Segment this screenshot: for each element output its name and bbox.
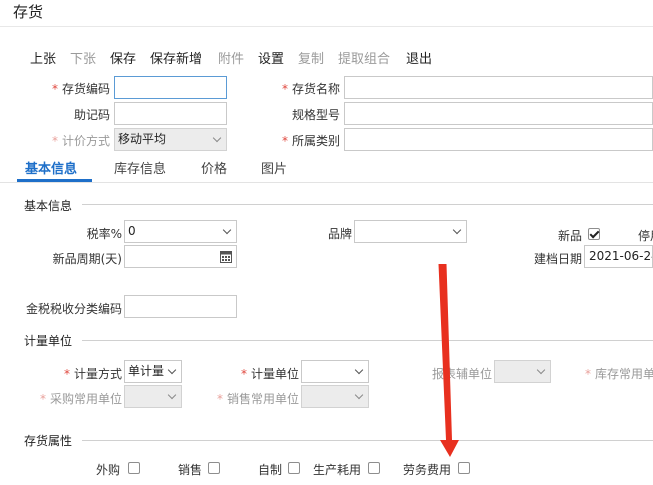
toolbar-save-new-button[interactable]: 保存新增 <box>150 48 202 67</box>
tax-classification-code-label: 金税税收分类编码 <box>25 302 122 316</box>
toolbar-copy-button[interactable]: 复制 <box>298 48 324 67</box>
new-cycle-input[interactable] <box>124 245 237 268</box>
report-unit-select[interactable] <box>494 360 551 383</box>
chevron-down-icon <box>354 390 364 400</box>
new-product-label: 新品 <box>557 229 582 243</box>
attr-sales-label: 销售 <box>178 463 203 477</box>
window-title: 存货 <box>13 3 44 21</box>
section-divider <box>82 204 653 205</box>
measure-unit-label: 计量单位 <box>205 365 299 382</box>
attr-purchased-label: 外购 <box>96 463 121 477</box>
measure-unit-select[interactable] <box>301 360 369 383</box>
section-divider <box>82 440 653 441</box>
inventory-name-input[interactable] <box>344 76 653 99</box>
mnemonic-input[interactable] <box>114 102 227 125</box>
attr-self-made-label: 自制 <box>258 463 283 477</box>
attr-sales-checkbox[interactable] <box>208 462 220 474</box>
toolbar-extract-combo-button[interactable]: 提取组合 <box>338 48 390 67</box>
toolbar-prev-button[interactable]: 上张 <box>30 48 56 67</box>
toolbar-settings-button[interactable]: 设置 <box>258 48 284 67</box>
attr-labor-cost-checkbox[interactable] <box>458 462 470 474</box>
pricing-method-select[interactable]: 移动平均 <box>114 128 227 151</box>
tab-stock-info[interactable]: 库存信息 <box>114 158 166 177</box>
toolbar-save-button[interactable]: 保存 <box>110 48 136 67</box>
report-unit-label: 报表辅单位 <box>431 367 492 381</box>
title-divider <box>0 26 653 27</box>
attr-self-made-checkbox[interactable] <box>288 462 300 474</box>
new-cycle-label: 新品周期(天) <box>52 252 122 266</box>
pricing-method-label: 计价方式 <box>20 132 110 149</box>
category-input[interactable] <box>344 128 653 151</box>
section-title-units: 计量单位 <box>24 334 73 348</box>
measure-method-value: 单计量 <box>128 364 165 378</box>
pricing-method-value: 移动平均 <box>118 132 167 146</box>
created-date-input[interactable]: 2021-06-24 <box>584 245 653 268</box>
chevron-down-icon <box>212 133 222 143</box>
created-date-label: 建档日期 <box>533 252 582 266</box>
category-label: 所属类别 <box>250 132 340 149</box>
toolbar-attachment-button[interactable]: 附件 <box>218 48 244 67</box>
chevron-down-icon <box>354 365 364 375</box>
tax-rate-value: 0 <box>128 224 136 238</box>
brand-select[interactable] <box>354 220 467 243</box>
tax-rate-label: 税率% <box>86 227 122 241</box>
mnemonic-label: 助记码 <box>73 108 110 122</box>
tax-rate-select[interactable]: 0 <box>124 220 237 243</box>
section-divider <box>82 340 653 341</box>
inventory-name-label: 存货名称 <box>250 80 340 97</box>
inventory-code-input[interactable] <box>114 76 227 99</box>
chevron-down-icon <box>452 225 462 235</box>
inventory-code-label: 存货编码 <box>20 80 110 97</box>
attr-labor-cost-label: 劳务费用 <box>403 463 452 477</box>
section-title-basic-info: 基本信息 <box>24 199 73 213</box>
tab-basic-info[interactable]: 基本信息 <box>25 158 77 177</box>
discontinued-label: 停用 <box>638 229 653 243</box>
tab-images[interactable]: 图片 <box>261 158 287 177</box>
spec-label: 规格型号 <box>291 108 340 122</box>
chevron-down-icon <box>222 225 232 235</box>
toolbar-next-button[interactable]: 下张 <box>70 48 96 67</box>
tab-divider <box>0 182 653 183</box>
chevron-down-icon <box>536 365 546 375</box>
attr-purchased-checkbox[interactable] <box>128 462 140 474</box>
sales-unit-label: 销售常用单位 <box>205 390 299 407</box>
sales-unit-select[interactable] <box>301 385 369 408</box>
tab-price[interactable]: 价格 <box>201 158 227 177</box>
brand-label: 品牌 <box>327 227 352 241</box>
spec-input[interactable] <box>344 102 653 125</box>
chevron-down-icon <box>167 390 177 400</box>
calendar-icon[interactable] <box>220 250 232 263</box>
purchase-unit-select[interactable] <box>124 385 182 408</box>
chevron-down-icon <box>167 365 177 375</box>
toolbar-exit-button[interactable]: 退出 <box>406 48 432 67</box>
tax-classification-code-input[interactable] <box>124 295 237 318</box>
purchase-unit-label: 采购常用单位 <box>30 390 122 407</box>
measure-method-label: 计量方式 <box>30 365 122 382</box>
stock-unit-label: 库存常用单 <box>585 365 653 382</box>
attr-production-use-checkbox[interactable] <box>368 462 380 474</box>
attr-production-use-label: 生产耗用 <box>313 463 362 477</box>
new-product-checkbox[interactable] <box>588 228 600 240</box>
measure-method-select[interactable]: 单计量 <box>124 360 182 383</box>
section-title-attributes: 存货属性 <box>24 434 73 448</box>
